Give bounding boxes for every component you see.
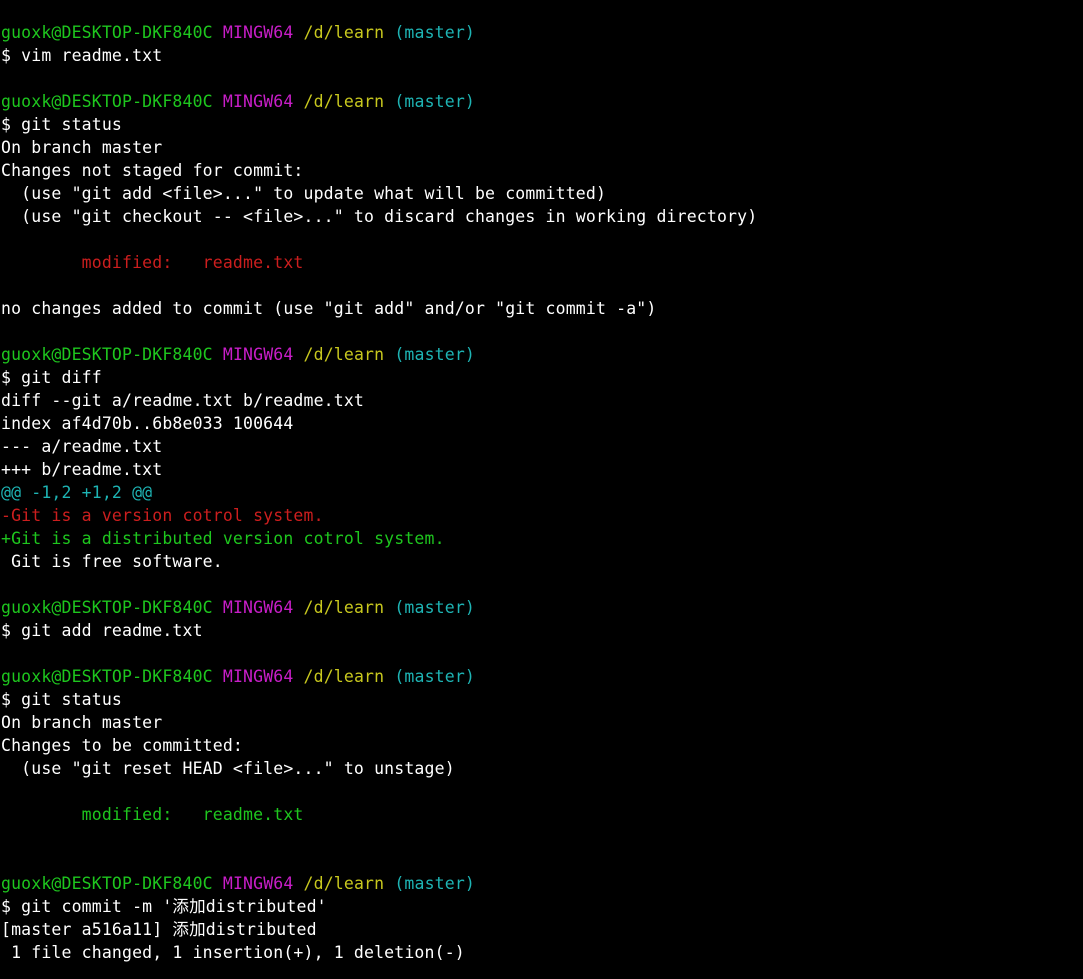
prompt-path: /d/learn bbox=[303, 874, 385, 893]
line-text: no changes added to commit (use "git add… bbox=[1, 299, 657, 318]
line-text: @@ -1,2 +1,2 @@ bbox=[1, 483, 153, 502]
line-text: Changes not staged for commit: bbox=[1, 161, 304, 180]
prompt-path: /d/learn bbox=[303, 345, 385, 364]
line-text: [master a516a11] 添加distributed bbox=[1, 920, 317, 939]
prompt-branch: (master) bbox=[394, 598, 475, 617]
output-line: $ git add readme.txt bbox=[0, 619, 1083, 642]
output-line: $ git status bbox=[0, 688, 1083, 711]
line-text: On branch master bbox=[1, 713, 163, 732]
prompt-branch: (master) bbox=[394, 345, 475, 364]
output-line: +++ b/readme.txt bbox=[0, 458, 1083, 481]
prompt-path: /d/learn bbox=[303, 667, 385, 686]
output-line: $ vim readme.txt bbox=[0, 44, 1083, 67]
line-text: +Git is a distributed version cotrol sys… bbox=[1, 529, 445, 548]
output-line: no changes added to commit (use "git add… bbox=[0, 297, 1083, 320]
prompt-branch: (master) bbox=[394, 23, 475, 42]
output-line: [master a516a11] 添加distributed bbox=[0, 918, 1083, 941]
line-text: $ git status bbox=[1, 690, 123, 709]
prompt-line: guoxk@DESKTOP-DKF840C MINGW64 /d/learn (… bbox=[0, 665, 1083, 688]
output-line: diff --git a/readme.txt b/readme.txt bbox=[0, 389, 1083, 412]
prompt-user-host: guoxk@DESKTOP-DKF840C bbox=[1, 23, 213, 42]
prompt-user-host: guoxk@DESKTOP-DKF840C bbox=[1, 874, 213, 893]
prompt-branch: (master) bbox=[394, 667, 475, 686]
prompt-line: guoxk@DESKTOP-DKF840C MINGW64 /d/learn (… bbox=[0, 90, 1083, 113]
line-text: --- a/readme.txt bbox=[1, 437, 163, 456]
output-line: @@ -1,2 +1,2 @@ bbox=[0, 481, 1083, 504]
line-text: $ vim readme.txt bbox=[1, 46, 163, 65]
prompt-system: MINGW64 bbox=[222, 598, 294, 617]
output-line: (use "git reset HEAD <file>..." to unsta… bbox=[0, 757, 1083, 780]
line-text: diff --git a/readme.txt b/readme.txt bbox=[1, 391, 365, 410]
line-text: -Git is a version cotrol system. bbox=[1, 506, 324, 525]
line-text: Changes to be committed: bbox=[1, 736, 244, 755]
output-line: On branch master bbox=[0, 711, 1083, 734]
output-line: index af4d70b..6b8e033 100644 bbox=[0, 412, 1083, 435]
prompt-system: MINGW64 bbox=[222, 23, 294, 42]
output-line: $ git commit -m '添加distributed' bbox=[0, 895, 1083, 918]
prompt-user-host: guoxk@DESKTOP-DKF840C bbox=[1, 345, 213, 364]
line-text: modified: readme.txt bbox=[1, 805, 304, 824]
line-text: (use "git reset HEAD <file>..." to unsta… bbox=[1, 759, 455, 778]
prompt-user-host: guoxk@DESKTOP-DKF840C bbox=[1, 92, 213, 111]
output-line: $ git status bbox=[0, 113, 1083, 136]
output-line: Git is free software. bbox=[0, 550, 1083, 573]
prompt-line: guoxk@DESKTOP-DKF840C MINGW64 /d/learn (… bbox=[0, 21, 1083, 44]
output-line: Changes not staged for commit: bbox=[0, 159, 1083, 182]
prompt-system: MINGW64 bbox=[222, 874, 294, 893]
prompt-line: guoxk@DESKTOP-DKF840C MINGW64 /d/learn (… bbox=[0, 872, 1083, 895]
output-line: (use "git add <file>..." to update what … bbox=[0, 182, 1083, 205]
output-line: modified: readme.txt bbox=[0, 251, 1083, 274]
line-text: modified: readme.txt bbox=[1, 253, 304, 272]
line-text: $ git status bbox=[1, 115, 123, 134]
prompt-branch: (master) bbox=[394, 874, 475, 893]
line-text: $ git commit -m '添加distributed' bbox=[1, 897, 327, 916]
line-text: 1 file changed, 1 insertion(+), 1 deleti… bbox=[1, 943, 465, 962]
output-line: +Git is a distributed version cotrol sys… bbox=[0, 527, 1083, 550]
output-line: Changes to be committed: bbox=[0, 734, 1083, 757]
line-text: On branch master bbox=[1, 138, 163, 157]
prompt-path: /d/learn bbox=[303, 598, 385, 617]
prompt-line: guoxk@DESKTOP-DKF840C MINGW64 /d/learn (… bbox=[0, 596, 1083, 619]
prompt-line: guoxk@DESKTOP-DKF840C MINGW64 /d/learn (… bbox=[0, 343, 1083, 366]
prompt-user-host: guoxk@DESKTOP-DKF840C bbox=[1, 667, 213, 686]
prompt-path: /d/learn bbox=[303, 23, 385, 42]
line-text: $ git diff bbox=[1, 368, 102, 387]
terminal-window[interactable]: guoxk@DESKTOP-DKF840C MINGW64 /d/learn (… bbox=[0, 0, 1083, 979]
prompt-system: MINGW64 bbox=[222, 92, 294, 111]
prompt-system: MINGW64 bbox=[222, 345, 294, 364]
output-line: On branch master bbox=[0, 136, 1083, 159]
output-line: -Git is a version cotrol system. bbox=[0, 504, 1083, 527]
line-text: Git is free software. bbox=[1, 552, 223, 571]
line-text: +++ b/readme.txt bbox=[1, 460, 163, 479]
line-text: (use "git add <file>..." to update what … bbox=[1, 184, 607, 203]
output-line: (use "git checkout -- <file>..." to disc… bbox=[0, 205, 1083, 228]
output-line: modified: readme.txt bbox=[0, 803, 1083, 826]
prompt-path: /d/learn bbox=[303, 92, 385, 111]
output-line: --- a/readme.txt bbox=[0, 435, 1083, 458]
prompt-user-host: guoxk@DESKTOP-DKF840C bbox=[1, 598, 213, 617]
line-text: $ git add readme.txt bbox=[1, 621, 203, 640]
line-text: index af4d70b..6b8e033 100644 bbox=[1, 414, 294, 433]
prompt-branch: (master) bbox=[394, 92, 475, 111]
prompt-system: MINGW64 bbox=[222, 667, 294, 686]
line-text: (use "git checkout -- <file>..." to disc… bbox=[1, 207, 758, 226]
output-line: 1 file changed, 1 insertion(+), 1 deleti… bbox=[0, 941, 1083, 964]
output-line: $ git diff bbox=[0, 366, 1083, 389]
